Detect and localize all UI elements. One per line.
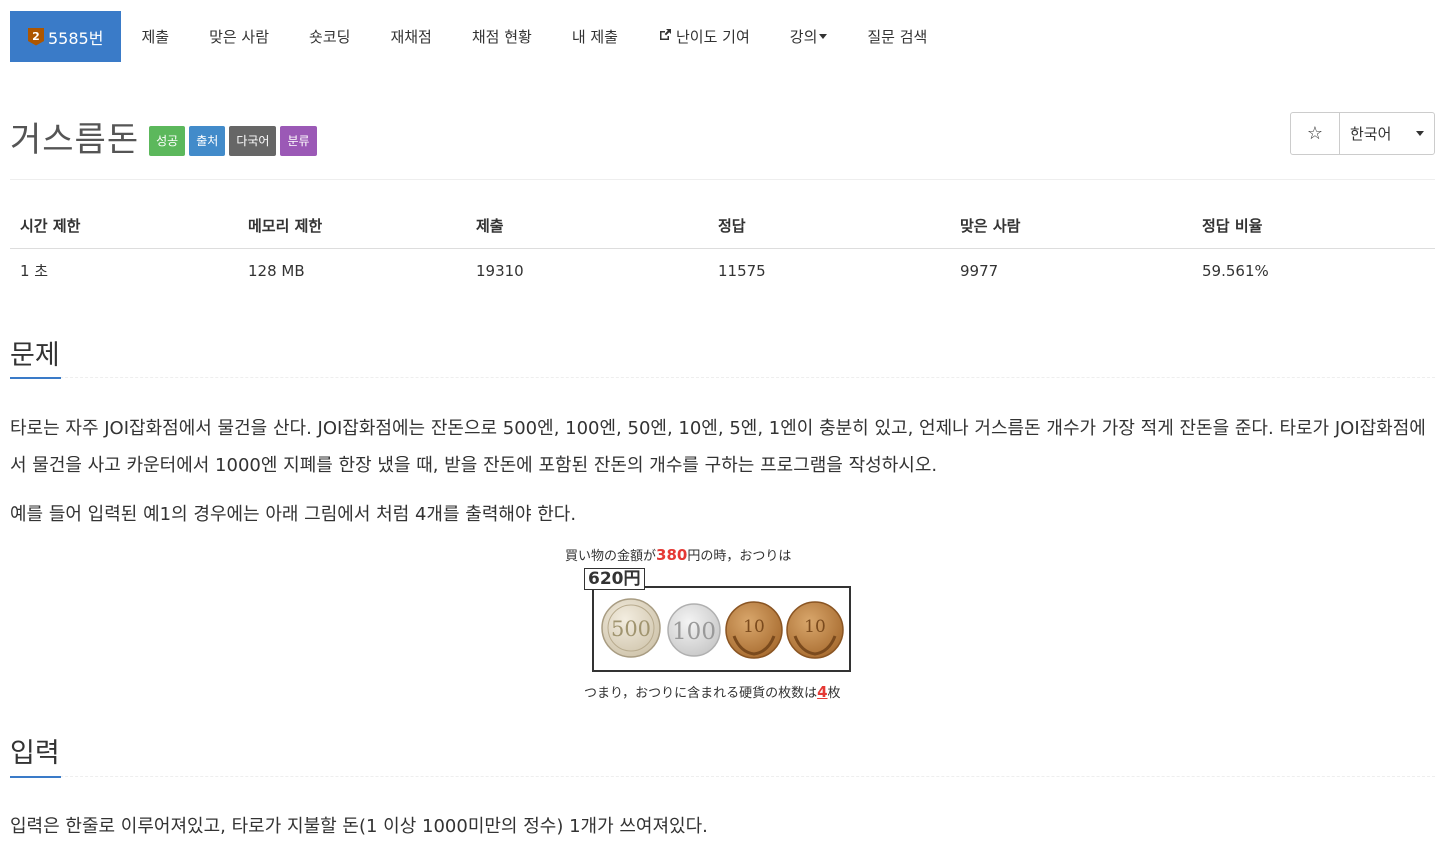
header-accept-ratio: 정답 비율 [1192, 203, 1435, 249]
tier-badge-icon: 2 [28, 27, 44, 46]
top-nav: 2 5585번 제출 맞은 사람 숏코딩 재채점 채점 현황 내 제출 난이도 … [10, 11, 947, 62]
language-select[interactable]: 한국어 [1340, 113, 1434, 154]
language-label: 한국어 [1350, 125, 1392, 143]
header-solved-users: 맞은 사람 [950, 203, 1192, 249]
svg-text:10: 10 [804, 617, 826, 637]
coin-10-icon: 10 [786, 601, 844, 659]
figure-coin-box: 500 100 10 10 [592, 586, 851, 672]
value-memory-limit: 128 MB [248, 261, 305, 280]
table-header-row: 시간 제한 메모리 제한 제출 정답 맞은 사람 정답 비율 [10, 203, 1435, 249]
svg-text:10: 10 [743, 617, 765, 637]
header-memory-limit: 메모리 제한 [238, 203, 466, 249]
nav-rejudge[interactable]: 재채점 [370, 11, 451, 62]
input-heading-underline [10, 776, 61, 778]
problem-info-table: 시간 제한 메모리 제한 제출 정답 맞은 사람 정답 비율 1 초 128 M… [10, 203, 1435, 293]
title-controls: ☆ 한국어 [1290, 112, 1435, 155]
input-heading: 입력 [10, 738, 60, 769]
figure-change-amount: 620円 [584, 568, 645, 590]
nav-lectures-label: 강의 [789, 28, 818, 46]
figure-top-amount: 380 [656, 546, 688, 564]
value-accepted: 11575 [718, 261, 766, 280]
label-success[interactable]: 성공 [149, 125, 186, 156]
page-title: 거스름돈 [10, 120, 140, 160]
caret-down-icon [819, 34, 828, 39]
problem-heading-underline [10, 377, 61, 379]
nav-question-search[interactable]: 질문 검색 [847, 11, 947, 62]
nav-my-submissions[interactable]: 내 제출 [552, 11, 638, 62]
figure-bottom-count: 4 [817, 683, 828, 701]
table-row: 1 초 128 MB 19310 11575 9977 59.561% [10, 249, 1435, 293]
value-submissions: 19310 [476, 261, 524, 280]
figure-top-suffix: 円の時，おつりは [687, 549, 792, 564]
figure-bottom-prefix: つまり，おつりに含まれる硬貨の枚数は [584, 686, 818, 701]
problem-heading: 문제 [10, 340, 60, 371]
label-category[interactable]: 분류 [280, 125, 317, 156]
problem-heading-line [10, 377, 1435, 378]
value-time-limit: 1 초 [20, 262, 49, 281]
figure-bottom-caption: つまり，おつりに含まれる硬貨の枚数は4枚 [584, 682, 841, 701]
label-multilingual[interactable]: 다국어 [229, 125, 277, 156]
svg-text:100: 100 [672, 619, 716, 645]
figure-top-caption: 買い物の金額が380円の時，おつりは [565, 545, 791, 564]
problem-number-tab[interactable]: 2 5585번 [10, 11, 122, 62]
header-submissions: 제출 [466, 203, 708, 249]
coin-100-icon: 100 [667, 603, 721, 657]
coin-10-icon: 10 [725, 601, 783, 659]
value-solved-users: 9977 [960, 261, 999, 280]
nav-short-coding[interactable]: 숏코딩 [289, 11, 370, 62]
problem-number-label: 5585번 [48, 28, 104, 48]
input-heading-line [10, 776, 1435, 777]
title-divider [10, 179, 1435, 180]
nav-difficulty-contribution[interactable]: 난이도 기여 [638, 11, 770, 62]
chevron-down-icon [1416, 131, 1424, 136]
figure-top-prefix: 買い物の金額が [565, 549, 657, 564]
nav-accepted-users[interactable]: 맞은 사람 [189, 11, 289, 62]
nav-lectures-dropdown[interactable]: 강의 [770, 11, 848, 62]
nav-submit[interactable]: 제출 [121, 11, 189, 62]
input-description: 입력은 한줄로 이루어져있고, 타로가 지불할 돈(1 이상 1000미만의 정… [10, 816, 708, 837]
coin-500-icon: 500 [601, 598, 661, 658]
nav-status[interactable]: 채점 현황 [452, 11, 552, 62]
figure-bottom-suffix: 枚 [827, 686, 841, 701]
value-accept-ratio: 59.561% [1202, 261, 1269, 280]
coins-illustration: 500 100 10 10 [601, 598, 844, 659]
svg-text:500: 500 [611, 617, 651, 641]
problem-labels: 성공 출처 다국어 분류 [149, 125, 320, 156]
change-coins-figure: 買い物の金額が380円の時，おつりは 620円 500 100 10 10 つま… [560, 542, 890, 712]
label-source[interactable]: 출처 [189, 125, 226, 156]
header-accepted: 정답 [708, 203, 950, 249]
title-row: 거스름돈 성공 출처 다국어 분류 [10, 112, 321, 161]
nav-difficulty-label: 난이도 기여 [675, 28, 750, 46]
problem-description: 타로는 자주 JOI잡화점에서 물건을 산다. JOI잡화점에는 잔돈으로 50… [10, 418, 1426, 476]
favorite-star-icon[interactable]: ☆ [1291, 113, 1340, 154]
problem-example-note: 예를 들어 입력된 예1의 경우에는 아래 그림에서 처럼 4개를 출력해야 한… [10, 504, 577, 525]
header-time-limit: 시간 제한 [10, 203, 238, 249]
external-link-icon [658, 28, 672, 46]
